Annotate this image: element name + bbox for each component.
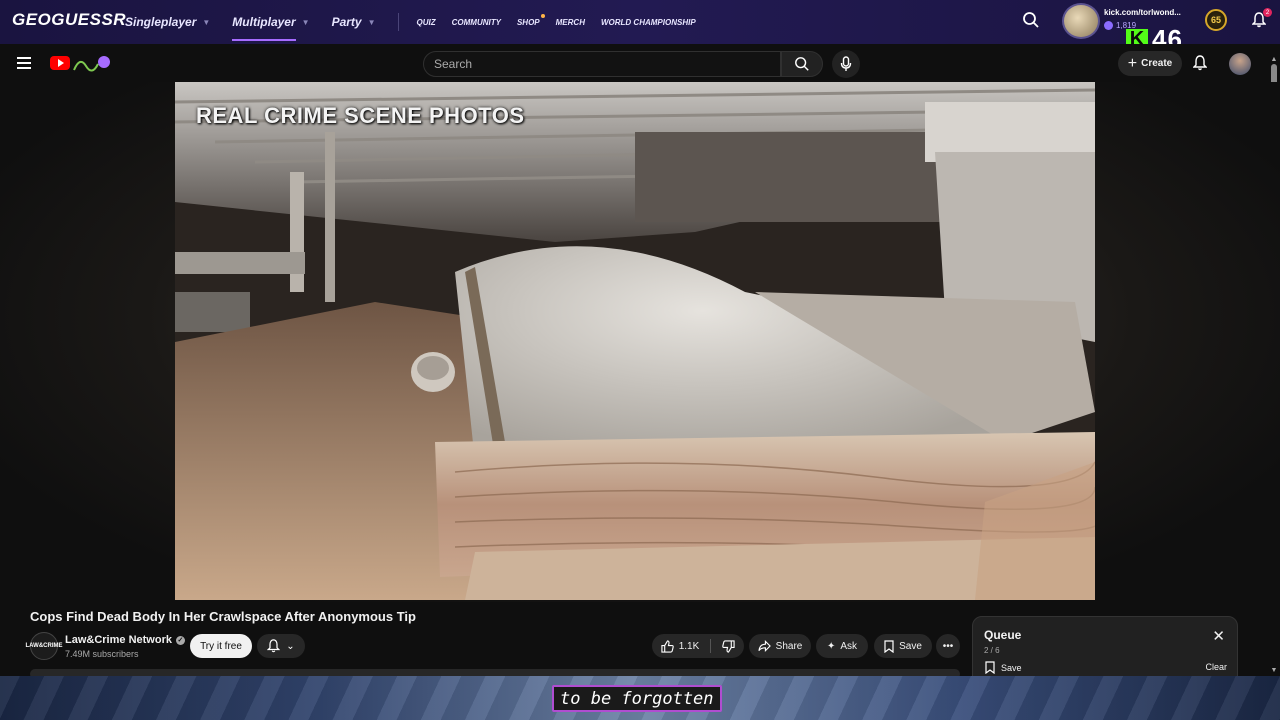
nav-quiz[interactable]: QUIZ: [417, 18, 436, 27]
share-icon: [758, 640, 771, 652]
more-icon: •••: [942, 640, 954, 652]
level-badge: 65: [1205, 9, 1227, 31]
bookmark-icon: [884, 639, 894, 653]
notifications-button[interactable]: 2: [1251, 8, 1272, 33]
nav-multiplayer[interactable]: Multiplayer ▼: [232, 15, 310, 41]
thumbs-down-icon[interactable]: [722, 639, 735, 653]
chevron-down-icon: ▼: [301, 17, 310, 27]
nav-community[interactable]: COMMUNITY: [452, 18, 501, 27]
search-button[interactable]: [781, 51, 823, 77]
nav-party[interactable]: Party ▼: [332, 15, 376, 29]
microphone-icon: [840, 56, 852, 71]
search-input[interactable]: Search: [423, 51, 781, 77]
verified-icon: ✓: [175, 635, 185, 645]
share-button[interactable]: Share: [749, 634, 811, 658]
sparkle-icon: ✦: [826, 640, 836, 652]
youtube-notifications-button[interactable]: [1192, 55, 1208, 76]
nav-divider: [397, 13, 399, 31]
youtube-logo[interactable]: [50, 56, 70, 70]
crawlspace-photo: [175, 82, 1095, 600]
menu-icon[interactable]: [17, 57, 31, 72]
more-actions-button[interactable]: •••: [936, 634, 960, 658]
create-button[interactable]: + Create: [1118, 51, 1182, 76]
bell-icon: [1192, 55, 1208, 71]
queue-count: 2 / 6: [984, 646, 1000, 655]
avatar[interactable]: [1062, 3, 1100, 39]
nav-world-championship[interactable]: WORLD CHAMPIONSHIP: [601, 18, 696, 27]
search-icon: [795, 57, 809, 71]
coin-icon: [1104, 21, 1113, 30]
bookmark-icon: [985, 661, 995, 674]
nav-singleplayer[interactable]: Singleplayer ▼: [125, 15, 210, 29]
like-count[interactable]: 1.1K: [679, 641, 700, 652]
queue-save-button[interactable]: Save: [985, 661, 1022, 674]
nav-shop[interactable]: SHOP: [517, 13, 545, 27]
thumbs-up-icon[interactable]: [661, 639, 674, 653]
chevron-down-icon: ⌄: [286, 640, 295, 652]
youtube-header: Search + Create: [0, 44, 1280, 82]
scroll-down-icon[interactable]: ▼: [1270, 667, 1278, 674]
queue-clear-button[interactable]: Clear: [1205, 662, 1227, 672]
subscription-bell-button[interactable]: ⌄: [257, 634, 305, 658]
bell-icon: [267, 639, 281, 653]
username[interactable]: kick.com/torlwond...: [1104, 8, 1181, 17]
chevron-down-icon: ▼: [202, 17, 211, 27]
divider: [710, 639, 712, 653]
voice-search-button[interactable]: [832, 50, 860, 78]
notification-badge: 2: [1263, 8, 1272, 17]
queue-panel: Queue 2 / 6 ✕ Save Clear: [972, 616, 1238, 678]
video-title: Cops Find Dead Body In Her Crawlspace Af…: [30, 609, 416, 624]
youtube-doodle-icon[interactable]: [72, 52, 112, 74]
video-overlay-text: REAL CRIME SCENE PHOTOS: [196, 103, 525, 128]
queue-title: Queue: [984, 628, 1022, 642]
channel-avatar[interactable]: LAW&CRIME: [26, 632, 63, 660]
geoguessr-header: GEOGUESSR Singleplayer ▼ Multiplayer ▼ Par…: [0, 0, 1280, 44]
geoguessr-logo[interactable]: GEOGUESSR: [12, 10, 126, 30]
stream-caption: to be forgotten: [552, 685, 722, 712]
nav-merch[interactable]: MERCH: [556, 18, 585, 27]
channel-name[interactable]: Law&Crime Network ✓: [65, 634, 185, 646]
close-icon[interactable]: ✕: [1212, 627, 1225, 645]
search-icon[interactable]: [1022, 11, 1040, 29]
scroll-up-icon[interactable]: ▲: [1270, 56, 1278, 63]
save-button[interactable]: Save: [874, 634, 932, 658]
like-dislike-group: 1.1K: [652, 634, 744, 658]
geoguessr-nav: Singleplayer ▼ Multiplayer ▼ Party ▼ QUIZ C…: [125, 0, 712, 44]
ask-button[interactable]: ✦ Ask: [816, 634, 868, 658]
subscriber-count: 7.49M subscribers: [65, 649, 139, 659]
try-it-free-button[interactable]: Try it free: [190, 634, 252, 658]
video-player[interactable]: REAL CRIME SCENE PHOTOS: [175, 82, 1095, 600]
chevron-down-icon: ▼: [367, 17, 376, 27]
plus-icon: +: [1127, 54, 1138, 72]
new-dot-icon: [540, 13, 545, 18]
account-avatar[interactable]: [1229, 53, 1251, 75]
